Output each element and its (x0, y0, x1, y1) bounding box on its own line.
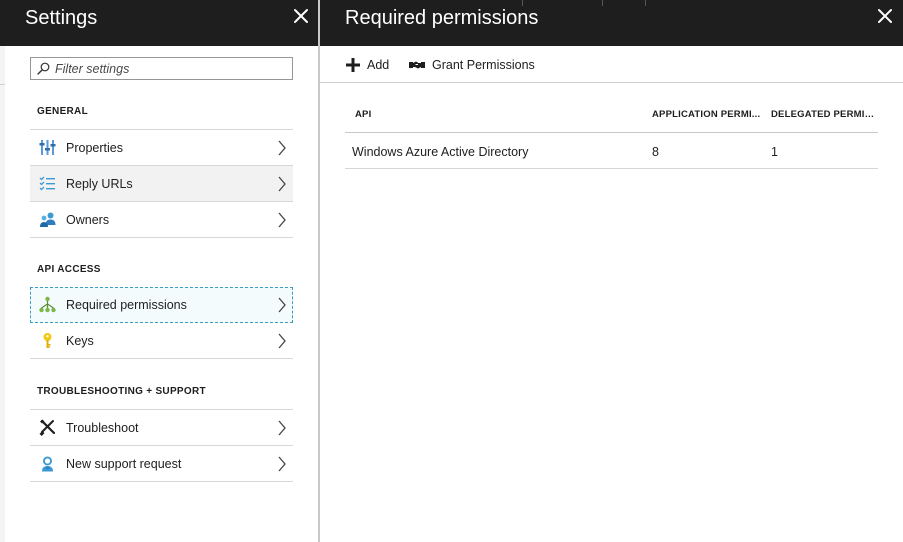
filter-settings-input[interactable] (55, 60, 285, 77)
column-header-delegated-permissions[interactable]: DELEGATED PERMIS... (771, 109, 878, 120)
required-permissions-blade: Required permissions Add Grant Permissio… (320, 0, 903, 542)
command-bar: Add Grant Permissions (320, 46, 903, 83)
chevron-right-icon (278, 212, 286, 228)
section-title-api-access: API ACCESS (37, 264, 101, 275)
add-button-label: Add (367, 58, 390, 72)
menu-item-troubleshoot[interactable]: Troubleshoot (30, 410, 293, 446)
api-name-cell: Windows Azure Active Directory (352, 145, 529, 159)
settings-blade-title: Settings (25, 7, 98, 29)
chevron-right-icon (278, 333, 286, 349)
menu-item-label: New support request (66, 457, 182, 471)
close-permissions-button[interactable] (877, 8, 893, 24)
reply-urls-icon (39, 176, 55, 191)
settings-blade: Settings GENERAL Properties (5, 0, 319, 542)
chevron-right-icon (278, 297, 286, 313)
support-request-icon (42, 456, 53, 472)
menu-item-reply-urls[interactable]: Reply URLs (30, 166, 293, 202)
general-menu-list: Properties Reply URLs Owners (30, 129, 293, 238)
permissions-blade-title: Required permissions (345, 7, 539, 29)
column-header-api[interactable]: API (355, 109, 645, 120)
menu-item-keys[interactable]: Keys (30, 323, 293, 359)
chevron-right-icon (278, 420, 286, 436)
menu-item-label: Keys (66, 334, 94, 348)
section-title-troubleshooting-support: TROUBLESHOOTING + SUPPORT (37, 386, 206, 397)
menu-item-owners[interactable]: Owners (30, 202, 293, 238)
grant-permissions-label: Grant Permissions (432, 58, 535, 72)
required-permissions-icon (39, 296, 56, 313)
plus-icon (346, 58, 360, 72)
chevron-right-icon (278, 140, 286, 156)
search-icon (37, 62, 50, 75)
menu-item-label: Troubleshoot (66, 421, 139, 435)
menu-item-label: Reply URLs (66, 177, 133, 191)
close-icon (878, 9, 892, 23)
api-access-menu-list: Required permissions Keys (30, 287, 293, 359)
troubleshooting-menu-list: Troubleshoot New support request (30, 409, 293, 482)
owners-icon (40, 212, 56, 227)
add-button[interactable]: Add (345, 56, 389, 74)
filter-settings-field[interactable] (30, 57, 293, 80)
menu-item-label: Properties (66, 141, 123, 155)
grant-permissions-icon (409, 61, 425, 69)
key-icon (43, 333, 52, 348)
troubleshoot-icon (39, 419, 56, 436)
menu-item-properties[interactable]: Properties (30, 130, 293, 166)
close-settings-button[interactable] (293, 8, 309, 24)
menu-item-label: Owners (66, 213, 110, 227)
menu-item-required-permissions[interactable]: Required permissions (30, 287, 293, 323)
delegated-permissions-cell: 1 (771, 145, 778, 159)
chevron-right-icon (278, 456, 286, 472)
menu-item-label: Required permissions (66, 298, 187, 312)
section-title-general: GENERAL (37, 106, 88, 117)
application-permissions-cell: 8 (652, 145, 659, 159)
settings-blade-header: Settings (5, 0, 319, 46)
permissions-table: API APPLICATION PERMI... DELEGATED PERMI… (345, 98, 878, 169)
grant-permissions-button[interactable]: Grant Permissions (408, 56, 535, 74)
chevron-right-icon (278, 176, 286, 192)
table-header-row: API APPLICATION PERMI... DELEGATED PERMI… (345, 98, 878, 133)
permissions-blade-header: Required permissions (320, 0, 903, 46)
properties-icon (39, 140, 56, 155)
menu-item-new-support-request[interactable]: New support request (30, 446, 293, 482)
column-header-application-permissions[interactable]: APPLICATION PERMI... (652, 109, 764, 120)
close-icon (294, 9, 308, 23)
table-row[interactable]: Windows Azure Active Directory 8 1 (345, 133, 878, 169)
